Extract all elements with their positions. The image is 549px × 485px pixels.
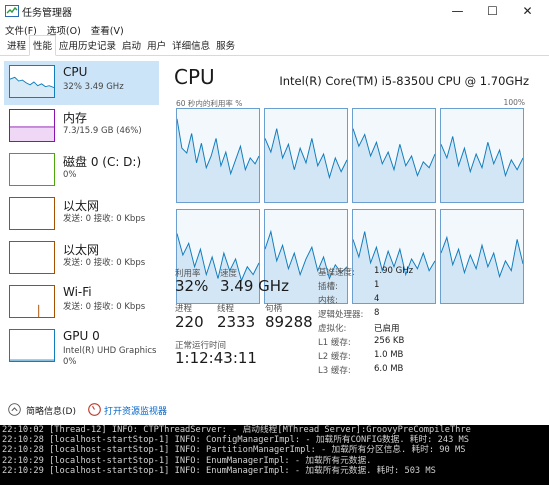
chart-max-label: 100%: [503, 98, 525, 107]
gpu-thumbnail-graph: [9, 329, 55, 362]
close-button[interactable]: ✕: [511, 0, 544, 22]
sidebar-label-gpu: GPU 0: [63, 329, 100, 343]
memory-thumbnail-graph: [9, 109, 55, 142]
task-manager-icon: [5, 5, 19, 17]
spec-value-l1-cache: 256 KB: [374, 336, 405, 346]
console-line: 22:10:28 [localhost-startStop-1] INFO: P…: [2, 445, 466, 456]
console-line: 22:10:28 [localhost-startStop-1] INFO: C…: [2, 435, 470, 446]
core-graph-3: [352, 108, 436, 203]
tab-processes[interactable]: 进程: [4, 36, 29, 55]
spec-key-cores: 内核:: [318, 296, 338, 306]
tab-details[interactable]: 详细信息: [169, 36, 213, 55]
resource-sidebar: CPU 32% 3.49 GHz 内存 7.3/15.9 GB (46%) 磁盘…: [4, 61, 159, 391]
sidebar-label-memory: 内存: [63, 111, 88, 125]
cpu-model-name: Intel(R) Core(TM) i5-8350U CPU @ 1.70GHz: [279, 74, 529, 88]
sidebar-sub-ethernet-1: 发送: 0 接收: 0 Kbps: [63, 214, 146, 224]
sidebar-label-ethernet-2: 以太网: [63, 243, 100, 257]
wifi-thumbnail-graph: [9, 285, 55, 318]
sidebar-item-ethernet-2[interactable]: 以太网 发送: 0 接收: 0 Kbps: [4, 237, 159, 281]
processes-value: 220: [175, 313, 204, 331]
tab-performance[interactable]: 性能: [29, 35, 57, 56]
console-line: 22:10:02 [Thread-12] INFO: CTPThreadServ…: [2, 425, 471, 435]
sidebar-item-wifi[interactable]: Wi-Fi 发送: 0 接收: 0 Kbps: [4, 281, 159, 325]
disk-thumbnail-graph: [9, 153, 55, 186]
tab-users[interactable]: 用户: [144, 36, 169, 55]
spec-key-virtualization: 虚拟化:: [318, 324, 347, 334]
spec-key-l2-cache: L2 缓存:: [318, 352, 351, 362]
sidebar-item-disk[interactable]: 磁盘 0 (C: D:) 0%: [4, 149, 159, 193]
page-title: CPU: [174, 65, 215, 89]
tab-app-history[interactable]: 应用历史记录: [56, 36, 119, 55]
utilization-value: 32%: [175, 277, 209, 295]
sidebar-label-cpu: CPU: [63, 65, 88, 79]
core-graph-8: [440, 209, 524, 304]
sidebar-item-ethernet-1[interactable]: 以太网 发送: 0 接收: 0 Kbps: [4, 193, 159, 237]
sidebar-label-disk: 磁盘 0 (C: D:): [63, 155, 142, 169]
spec-value-virtualization: 已启用: [374, 324, 400, 334]
spec-key-logical-processors: 逻辑处理器:: [318, 310, 364, 320]
menu-view[interactable]: 查看(V): [91, 23, 124, 37]
spec-value-l2-cache: 1.0 MB: [374, 350, 404, 360]
chevron-up-icon[interactable]: [8, 403, 21, 416]
sidebar-item-cpu[interactable]: CPU 32% 3.49 GHz: [4, 61, 159, 105]
window-title: 任务管理器: [22, 8, 72, 19]
spec-key-l1-cache: L1 缓存:: [318, 338, 351, 348]
tab-services[interactable]: 服务: [213, 36, 238, 55]
ethernet-thumbnail-graph: [9, 241, 55, 274]
sidebar-sub-disk: 0%: [63, 170, 77, 180]
console-line: 22:10:29 [localhost-startStop-1] INFO: E…: [2, 465, 436, 476]
sidebar-sub2-gpu: 0%: [63, 357, 77, 367]
spec-key-base-speed: 基准速度:: [318, 268, 355, 278]
spec-key-sockets: 插槽:: [318, 282, 338, 292]
spec-value-l3-cache: 6.0 MB: [374, 364, 404, 374]
sidebar-label-ethernet-1: 以太网: [63, 199, 100, 213]
maximize-button[interactable]: ☐: [476, 0, 509, 22]
uptime-value: 1:12:43:11: [175, 349, 257, 367]
spec-value-cores: 4: [374, 294, 380, 304]
sidebar-sub-wifi: 发送: 0 接收: 0 Kbps: [63, 302, 146, 312]
minimize-button[interactable]: —: [441, 0, 474, 22]
tab-bar: 进程 性能 应用历史记录 启动 用户 详细信息 服务: [0, 35, 549, 56]
footer-bar: 简略信息(D) 打开资源监视器: [0, 399, 549, 421]
spec-value-base-speed: 1.90 GHz: [374, 266, 414, 276]
resource-monitor-icon: [88, 403, 101, 416]
console-line: 22:10:29 [localhost-startStop-1] INFO: E…: [2, 455, 372, 466]
cpu-thumbnail-graph: [9, 65, 55, 98]
tab-startup[interactable]: 启动: [119, 36, 144, 55]
ethernet-thumbnail-graph: [9, 197, 55, 230]
spec-value-sockets: 1: [374, 280, 380, 290]
sidebar-sub-gpu: Intel(R) UHD Graphics: [63, 346, 157, 356]
cpu-detail-panel: CPU Intel(R) Core(TM) i5-8350U CPU @ 1.7…: [170, 61, 538, 401]
spec-key-l3-cache: L3 缓存:: [318, 366, 351, 376]
sidebar-sub-memory: 7.3/15.9 GB (46%): [63, 126, 142, 136]
console-log: 22:10:02 [Thread-12] INFO: CTPThreadServ…: [0, 425, 549, 485]
core-graph-1: [176, 108, 260, 203]
sidebar-item-memory[interactable]: 内存 7.3/15.9 GB (46%): [4, 105, 159, 149]
title-bar: 任务管理器 — ☐ ✕: [0, 0, 549, 22]
threads-value: 2333: [217, 313, 256, 331]
open-resource-monitor-link[interactable]: 打开资源监视器: [104, 404, 167, 417]
spec-value-logical-processors: 8: [374, 308, 380, 318]
sidebar-item-gpu[interactable]: GPU 0 Intel(R) UHD Graphics 0%: [4, 325, 159, 369]
handles-value: 89288: [265, 313, 313, 331]
core-graph-4: [440, 108, 524, 203]
sidebar-label-wifi: Wi-Fi: [63, 285, 92, 299]
speed-value: 3.49 GHz: [220, 277, 289, 295]
sidebar-sub-ethernet-2: 发送: 0 接收: 0 Kbps: [63, 258, 146, 268]
fewer-details-link[interactable]: 简略信息(D): [26, 404, 76, 417]
sidebar-sub-cpu: 32% 3.49 GHz: [63, 82, 124, 92]
core-graph-7: [352, 209, 436, 304]
core-graph-2: [264, 108, 348, 203]
